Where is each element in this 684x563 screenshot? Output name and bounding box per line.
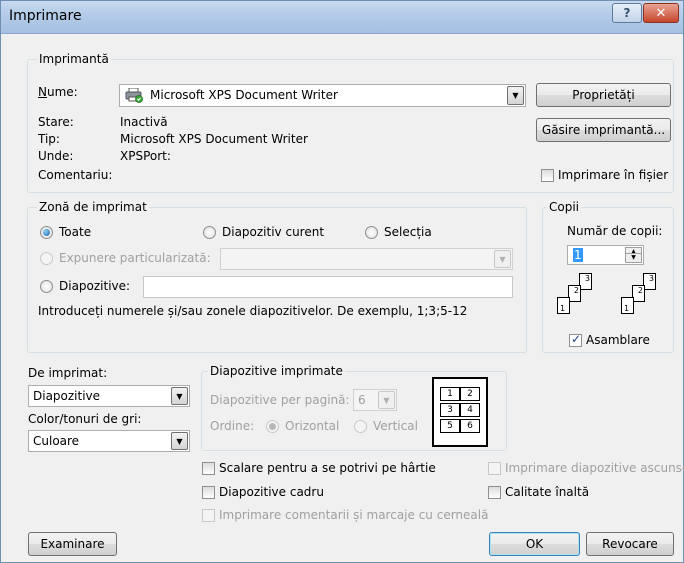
printer-name-value: Microsoft XPS Document Writer (150, 88, 338, 102)
high-quality-checkbox[interactable] (488, 486, 501, 499)
custom-show-radio[interactable] (40, 252, 53, 265)
chevron-down-icon[interactable]: ▼ (507, 86, 524, 105)
chevron-down-icon[interactable]: ▼ (494, 250, 511, 268)
per-page-select[interactable]: 6 ▼ (353, 389, 397, 411)
title-bar: Imprimare ? ✕ (1, 1, 683, 34)
custom-show-label: Expunere particularizată: (59, 251, 211, 265)
copies-count-input[interactable]: 1 ▲ ▼ (567, 245, 644, 265)
collate-page-icon: 1 (557, 297, 570, 314)
help-button[interactable]: ? (612, 3, 642, 23)
range-selection-label[interactable]: Selecția (384, 225, 432, 239)
slides-radio[interactable] (40, 280, 53, 293)
color-label: Color/tonuri de gri: (28, 412, 142, 426)
printer-icon (125, 87, 143, 103)
print-to-file-checkbox[interactable] (541, 169, 554, 182)
order-vertical-radio[interactable] (354, 420, 367, 433)
per-page-value: 6 (358, 393, 366, 407)
print-comments-checkbox[interactable] (202, 509, 215, 522)
color-select[interactable]: Culoare ▼ (28, 430, 190, 452)
printer-name-label: Nume: (38, 85, 78, 99)
handout-slide: 3 (440, 403, 460, 417)
preview-button[interactable]: Examinare (28, 532, 117, 556)
range-current-radio[interactable] (203, 226, 216, 239)
handout-slide: 4 (460, 403, 480, 417)
range-selection-radio[interactable] (365, 226, 378, 239)
handout-slide: 5 (440, 419, 460, 433)
find-printer-button-label: Găsire imprimantă... (541, 123, 666, 137)
collate-illustration: 3 2 1 3 2 1 (557, 273, 667, 323)
status-value: Inactivă (120, 115, 168, 129)
copies-count-label: Număr de copii: (567, 224, 663, 238)
cancel-button-label: Revocare (602, 537, 658, 551)
comment-label: Comentariu: (38, 168, 113, 182)
order-label: Ordine: (210, 419, 255, 433)
properties-button-label: Proprietăți (572, 88, 635, 102)
print-what-label: De imprimat: (28, 366, 108, 380)
chevron-down-icon[interactable]: ▼ (171, 432, 188, 450)
close-button[interactable]: ✕ (643, 3, 679, 23)
scale-to-fit-label[interactable]: Scalare pentru a se potrivi pe hârtie (219, 461, 436, 475)
type-value: Microsoft XPS Document Writer (120, 132, 308, 146)
find-printer-button[interactable]: Găsire imprimantă... (536, 118, 671, 142)
chevron-down-icon[interactable]: ▼ (171, 387, 188, 405)
slides-hint: Introduceți numerele și/sau zonele diapo… (38, 304, 468, 318)
status-label: Stare: (38, 115, 74, 129)
handout-slide: 2 (460, 387, 480, 401)
scale-to-fit-checkbox[interactable] (202, 462, 215, 475)
print-range-group-title: Zonă de imprimat (37, 200, 149, 214)
copies-count-value: 1 (573, 248, 583, 262)
slides-label[interactable]: Diapozitive: (59, 279, 130, 293)
print-what-value: Diapozitive (33, 389, 101, 403)
order-vertical-label[interactable]: Vertical (373, 419, 418, 433)
frame-slides-label[interactable]: Diapozitive cadru (219, 485, 324, 499)
print-hidden-label[interactable]: Imprimare diapozitive ascunse (505, 461, 684, 475)
cancel-button[interactable]: Revocare (586, 532, 674, 556)
printer-name-select[interactable]: Microsoft XPS Document Writer ▼ (119, 84, 526, 107)
preview-button-label: Examinare (40, 537, 105, 551)
print-to-file-label[interactable]: Imprimare în fișier (558, 168, 668, 182)
where-label: Unde: (38, 149, 74, 163)
properties-button[interactable]: Proprietăți (536, 83, 671, 107)
custom-show-select[interactable]: ▼ (220, 248, 513, 270)
ok-button[interactable]: OK (489, 532, 580, 556)
print-what-select[interactable]: Diapozitive ▼ (28, 385, 190, 407)
order-horizontal-label[interactable]: Orizontal (285, 419, 339, 433)
spin-down-button[interactable]: ▼ (625, 253, 642, 263)
range-all-radio[interactable] (40, 226, 53, 239)
order-horizontal-radio[interactable] (266, 420, 279, 433)
print-comments-label[interactable]: Imprimare comentarii și marcaje cu cerne… (219, 508, 488, 522)
collate-page-icon: 1 (621, 297, 634, 314)
collate-checkbox[interactable] (569, 332, 582, 347)
collate-label[interactable]: Asamblare (586, 333, 650, 347)
range-all-label[interactable]: Toate (59, 225, 91, 239)
color-value: Culoare (33, 434, 80, 448)
type-label: Tip: (38, 132, 60, 146)
printer-group-title: Imprimantă (37, 52, 111, 66)
where-value: XPSPort: (120, 149, 171, 163)
window-title: Imprimare (9, 8, 82, 24)
handout-slide: 6 (460, 419, 480, 433)
handout-slide: 1 (440, 387, 460, 401)
ok-button-label: OK (525, 537, 544, 551)
slides-input[interactable] (143, 276, 513, 298)
high-quality-label[interactable]: Calitate înaltă (505, 485, 589, 499)
handouts-group-title: Diapozitive imprimate (208, 364, 345, 378)
frame-slides-checkbox[interactable] (202, 486, 215, 499)
print-dialog: Imprimare ? ✕ Imprimantă Nume: Microsoft… (0, 0, 684, 563)
per-page-label: Diapozitive per pagină: (210, 393, 350, 407)
copies-group-title: Copii (547, 200, 582, 214)
handout-preview: 1 2 3 4 5 6 (432, 377, 488, 447)
range-current-label[interactable]: Diapozitiv curent (222, 225, 324, 239)
chevron-down-icon[interactable]: ▼ (378, 391, 395, 409)
print-hidden-checkbox[interactable] (488, 462, 501, 475)
